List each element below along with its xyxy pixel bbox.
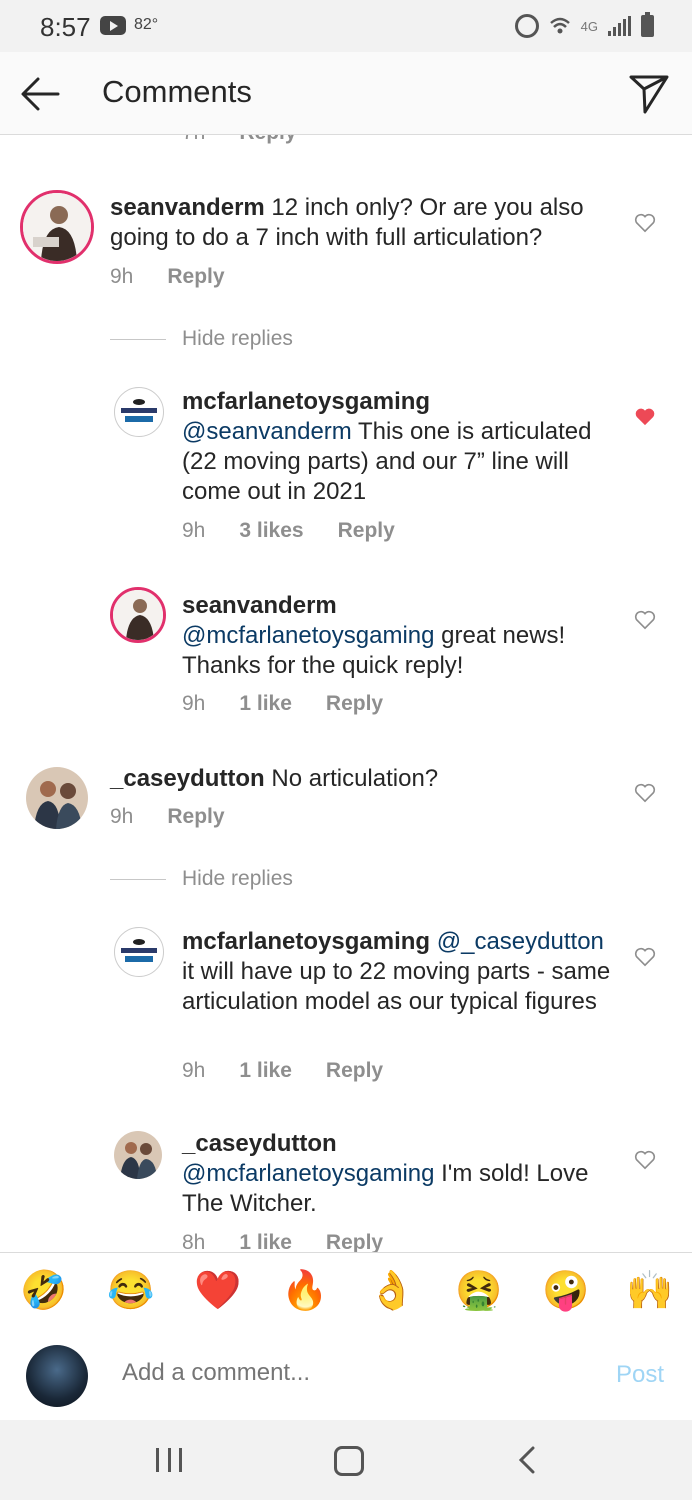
comment-input-bar: Post bbox=[0, 1335, 692, 1419]
user-photo bbox=[113, 590, 163, 640]
emoji-joy-button[interactable]: 😂 bbox=[107, 1269, 154, 1313]
back-arrow-icon[interactable] bbox=[18, 74, 62, 114]
emoji-quick-bar: 🤣 😂 ❤️ 🔥 👌 🤮 🤪 🙌 bbox=[0, 1252, 692, 1336]
reply-text: mcfarlanetoysgaming @_caseydutton it wil… bbox=[182, 928, 611, 1015]
mention-link[interactable]: @seanvanderm bbox=[182, 418, 352, 445]
reply-meta: 9h 1 like Reply bbox=[182, 692, 417, 716]
heart-icon[interactable] bbox=[634, 610, 656, 630]
emoji-zany-button[interactable]: 🤪 bbox=[542, 1269, 589, 1313]
reply-text: mcfarlanetoysgaming @seanvanderm This on… bbox=[182, 387, 622, 507]
emoji-fire-button[interactable]: 🔥 bbox=[281, 1269, 328, 1313]
username[interactable]: _caseydutton bbox=[182, 1129, 622, 1159]
battery-icon bbox=[641, 12, 654, 37]
likes-count[interactable]: 3 likes bbox=[239, 519, 303, 543]
system-nav-bar bbox=[0, 1420, 692, 1500]
reply-meta: 8h 1 like Reply bbox=[182, 1231, 417, 1252]
hide-replies-button[interactable]: Hide replies bbox=[110, 327, 293, 351]
alarm-icon bbox=[514, 14, 539, 38]
username[interactable]: seanvanderm bbox=[182, 591, 622, 621]
home-icon[interactable] bbox=[334, 1446, 364, 1476]
mention-link[interactable]: @mcfarlanetoysgaming bbox=[182, 1160, 434, 1187]
post-button[interactable]: Post bbox=[616, 1361, 664, 1389]
reply-text: _caseydutton @mcfarlanetoysgaming I'm so… bbox=[182, 1129, 622, 1219]
user-photo bbox=[23, 193, 91, 261]
avatar[interactable] bbox=[114, 387, 164, 437]
reply-meta: 9h 1 like Reply bbox=[182, 1059, 417, 1083]
hide-replies-button[interactable]: Hide replies bbox=[110, 867, 293, 891]
likes-count[interactable]: 1 like bbox=[239, 1231, 292, 1252]
avatar[interactable] bbox=[110, 587, 166, 643]
reply-meta: 9h 3 likes Reply bbox=[182, 519, 429, 543]
likes-count[interactable]: 1 like bbox=[239, 1059, 292, 1083]
wifi-icon bbox=[549, 17, 570, 34]
comment-meta: 9h Reply bbox=[110, 805, 259, 829]
timestamp: 9h bbox=[110, 805, 134, 828]
heart-filled-icon[interactable] bbox=[634, 407, 656, 427]
avatar[interactable] bbox=[20, 190, 94, 264]
user-photo bbox=[26, 767, 88, 829]
header: Comments bbox=[0, 52, 692, 135]
username[interactable]: _caseydutton bbox=[110, 765, 265, 792]
page-title: Comments bbox=[102, 74, 252, 109]
likes-count[interactable]: 1 like bbox=[239, 692, 292, 716]
reply-text: seanvanderm @mcfarlanetoysgaming great n… bbox=[182, 591, 622, 681]
heart-icon[interactable] bbox=[634, 783, 656, 803]
reply-button[interactable]: Reply bbox=[167, 265, 224, 289]
partial-comment-meta: 7h Reply bbox=[182, 135, 331, 145]
comment-text: seanvanderm 12 inch only? Or are you als… bbox=[110, 194, 584, 251]
heart-icon[interactable] bbox=[634, 1150, 656, 1170]
status-bar: 8:57 82° 4G bbox=[0, 0, 692, 52]
status-icons: 4G bbox=[514, 12, 654, 38]
timestamp: 9h bbox=[110, 265, 134, 288]
reply-button[interactable]: Reply bbox=[338, 519, 395, 543]
avatar[interactable] bbox=[114, 927, 164, 977]
network-type: 4G bbox=[580, 18, 598, 34]
username[interactable]: mcfarlanetoysgaming bbox=[182, 928, 430, 955]
mcfarlane-logo-icon bbox=[121, 939, 157, 962]
youtube-icon bbox=[100, 16, 126, 35]
comments-list[interactable]: 7h Reply seanvanderm 12 inch only? Or ar… bbox=[0, 135, 692, 1252]
user-photo bbox=[114, 1131, 162, 1179]
nav-back-icon[interactable] bbox=[518, 1446, 536, 1474]
avatar[interactable] bbox=[26, 767, 88, 829]
status-temperature: 82° bbox=[134, 16, 159, 33]
comment-meta: 9h Reply bbox=[110, 265, 259, 289]
emoji-vomit-button[interactable]: 🤮 bbox=[455, 1269, 502, 1313]
reply-button[interactable]: Reply bbox=[239, 135, 296, 145]
mention-link[interactable]: @mcfarlanetoysgaming bbox=[182, 622, 434, 649]
heart-icon[interactable] bbox=[634, 213, 656, 233]
timestamp: 9h bbox=[182, 692, 206, 715]
reply-button[interactable]: Reply bbox=[326, 692, 383, 716]
comment-input[interactable] bbox=[122, 1359, 562, 1387]
heart-icon[interactable] bbox=[634, 947, 656, 967]
avatar[interactable] bbox=[114, 1131, 162, 1179]
emoji-raised-hands-button[interactable]: 🙌 bbox=[626, 1269, 673, 1313]
comment-text: _caseydutton No articulation? bbox=[110, 765, 439, 792]
send-icon[interactable] bbox=[628, 72, 670, 114]
timestamp: 9h bbox=[182, 1059, 206, 1082]
timestamp: 9h bbox=[182, 519, 206, 542]
recent-apps-icon[interactable] bbox=[156, 1448, 182, 1472]
mcfarlane-logo-icon bbox=[121, 399, 157, 422]
reply-button[interactable]: Reply bbox=[167, 805, 224, 829]
emoji-heart-button[interactable]: ❤️ bbox=[194, 1269, 241, 1313]
timestamp: 8h bbox=[182, 1231, 206, 1252]
emoji-ok-hand-button[interactable]: 👌 bbox=[368, 1269, 415, 1313]
reply-button[interactable]: Reply bbox=[326, 1059, 383, 1083]
mention-link[interactable]: @_caseydutton bbox=[437, 928, 604, 955]
signal-icon bbox=[608, 16, 631, 36]
status-time: 8:57 bbox=[40, 12, 91, 42]
reply-button[interactable]: Reply bbox=[326, 1231, 383, 1252]
my-avatar bbox=[26, 1345, 88, 1407]
username[interactable]: seanvanderm bbox=[110, 194, 265, 221]
emoji-rofl-button[interactable]: 🤣 bbox=[20, 1269, 67, 1313]
username[interactable]: mcfarlanetoysgaming bbox=[182, 387, 622, 417]
